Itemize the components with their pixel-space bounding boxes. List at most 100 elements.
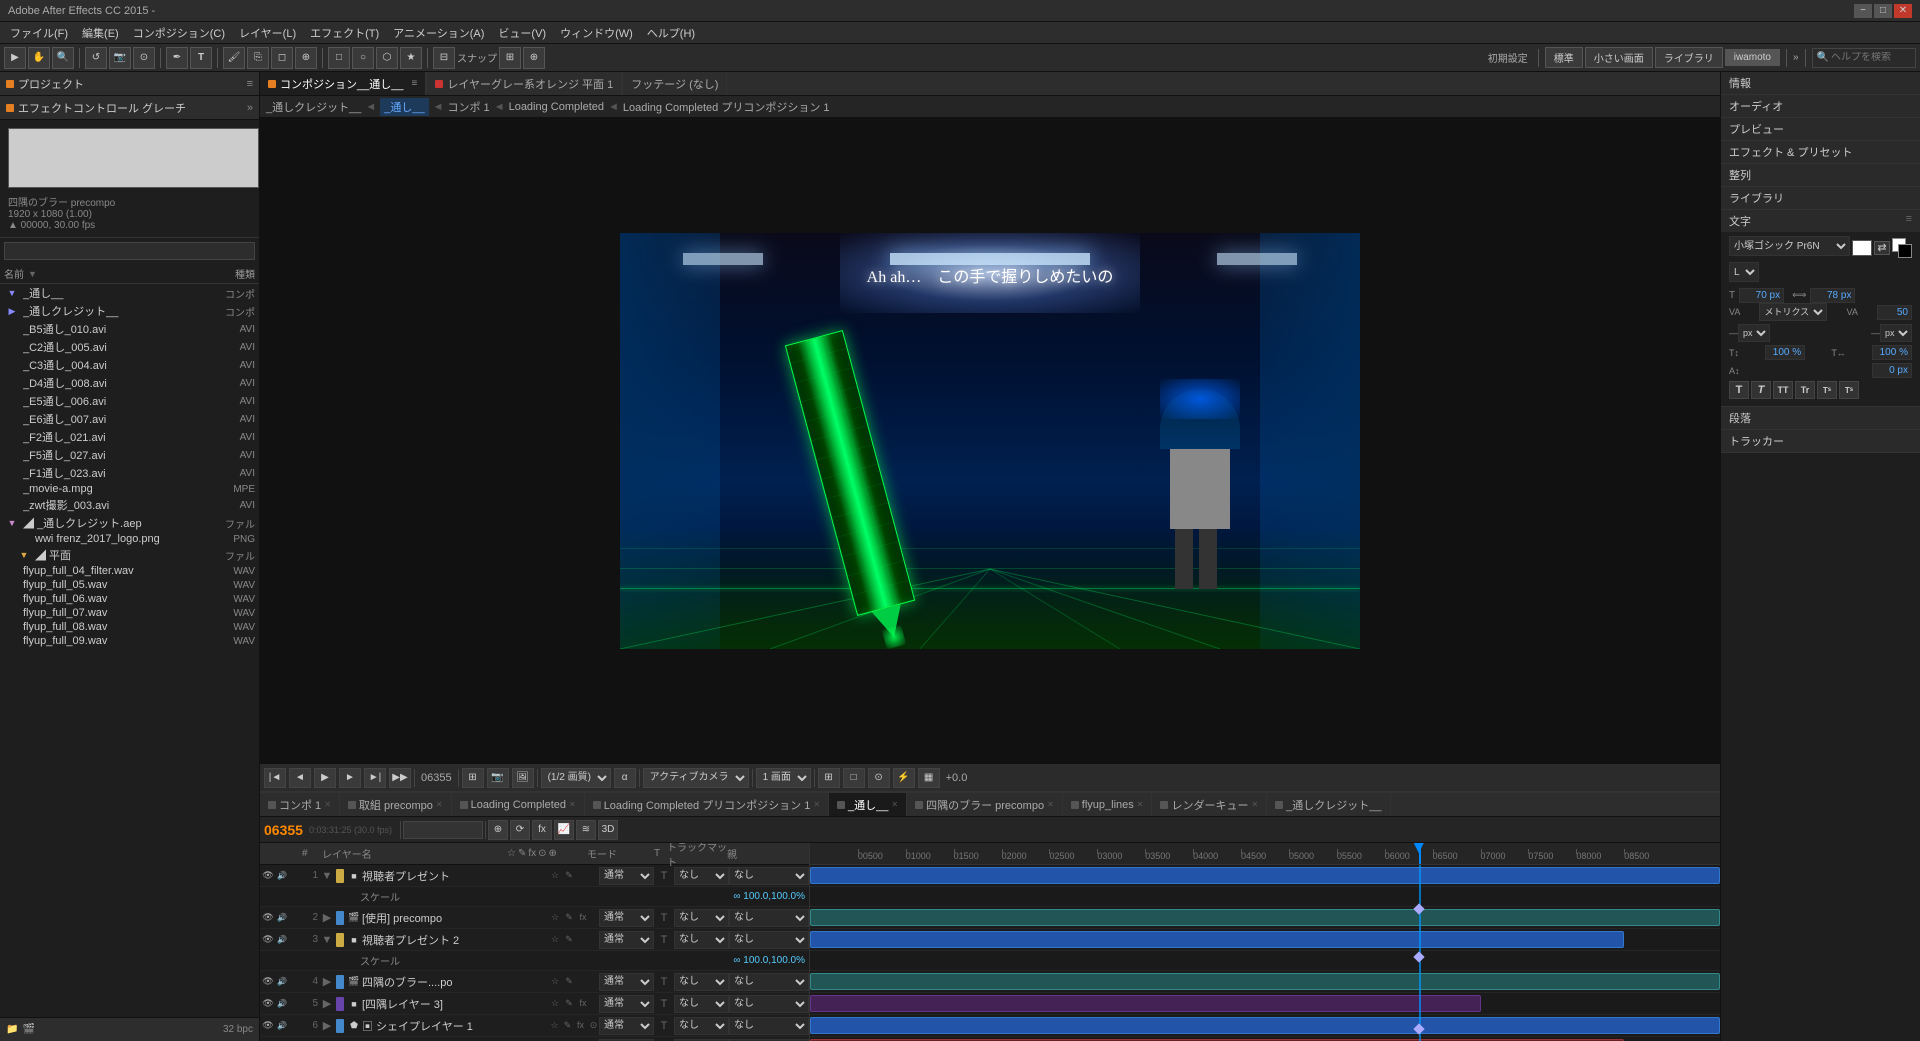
pen-tool[interactable]: ✒	[166, 47, 188, 69]
library-section-header[interactable]: ライブラリ	[1721, 187, 1920, 209]
shape-ellipse-tool[interactable]: ○	[352, 47, 374, 69]
layer-eye-4[interactable]: 👁	[262, 976, 274, 988]
project-item-3[interactable]: _C2通し_005.avi AVI	[0, 338, 259, 356]
menu-composition[interactable]: コンポジション(C)	[127, 23, 231, 43]
layer-track-select-4[interactable]: なし	[674, 973, 729, 991]
viewer-snapshot[interactable]: 📷	[487, 768, 509, 788]
layer-expand-3[interactable]: ▼	[320, 934, 334, 946]
layer-audio-1[interactable]: 🔊	[276, 870, 288, 882]
workspace-library[interactable]: ライブラリ	[1655, 47, 1723, 68]
layer-solo-3[interactable]: ☆	[549, 934, 561, 945]
layer-parent-select-1[interactable]: なし	[729, 867, 809, 885]
timeline-tab-1[interactable]: 取組 precompo ✕	[340, 793, 452, 816]
project-item-7[interactable]: _E6通し_007.avi AVI	[0, 410, 259, 428]
viewer-transparency-grid[interactable]: ▦	[918, 768, 940, 788]
kerning-select[interactable]: メトリクス	[1759, 303, 1827, 321]
text-section-header[interactable]: 文字 ≡	[1721, 210, 1920, 232]
text-tool[interactable]: T	[190, 47, 212, 69]
timeline-tab-6[interactable]: flyup_lines ✕	[1063, 793, 1153, 816]
tl-render-queue-btn[interactable]: ⟳	[510, 820, 530, 840]
viewer-grid[interactable]: ⊞	[818, 768, 840, 788]
layer-pen-6[interactable]: ✎	[562, 1020, 573, 1031]
menu-layer[interactable]: レイヤー(L)	[233, 23, 302, 43]
bread-item-1[interactable]: _通しクレジット__	[266, 99, 361, 115]
project-item-17[interactable]: flyup_full_05.wav WAV	[0, 578, 259, 592]
workspace-standard[interactable]: 標準	[1545, 47, 1583, 68]
layer-mode-select-2[interactable]: 通常	[599, 909, 654, 927]
tl-tab-close-4[interactable]: ✕	[891, 800, 898, 809]
tl-new-comp-btn[interactable]: ⊕	[488, 820, 508, 840]
bread-item-2[interactable]: _通し__	[380, 98, 428, 116]
layer-expand-6[interactable]: ▶	[320, 1019, 334, 1032]
layer-parent-select-6[interactable]: なし	[729, 1017, 809, 1035]
project-item-11[interactable]: _movie-a.mpg MPE	[0, 482, 259, 496]
layer-audio-4[interactable]: 🔊	[276, 976, 288, 988]
tl-fx-btn[interactable]: fx	[532, 820, 552, 840]
viewer-view-select[interactable]: 1 画面	[756, 768, 811, 788]
viewer-step-back[interactable]: ◄	[289, 768, 311, 788]
close-button[interactable]: ✕	[1894, 4, 1912, 18]
timeline-tab-5[interactable]: 四隅のブラー precompo ✕	[907, 793, 1063, 816]
layer-fx-5[interactable]: fx	[577, 998, 589, 1009]
comp-tab-menu[interactable]: ≡	[411, 78, 417, 89]
project-item-8[interactable]: _F2通し_021.avi AVI	[0, 428, 259, 446]
stroke-color-swatch[interactable]	[1852, 240, 1872, 256]
scale-v-input[interactable]	[1872, 345, 1912, 360]
help-search-input[interactable]	[1831, 52, 1911, 63]
layer-track-select-5[interactable]: なし	[674, 995, 729, 1013]
track-bar-4[interactable]	[810, 973, 1720, 990]
project-item-1[interactable]: ▶ _通しクレジット__ コンポ	[0, 302, 259, 320]
info-section-header[interactable]: 情報	[1721, 72, 1920, 94]
style-faux-italic[interactable]: T	[1751, 381, 1771, 399]
bread-item-4[interactable]: Loading Completed	[509, 101, 604, 113]
layer-mode-select-5[interactable]: 通常	[599, 995, 654, 1013]
layer-eye-5[interactable]: 👁	[262, 998, 274, 1010]
tab-layer-control[interactable]: レイヤーグレー系オレンジ 平面 1	[427, 72, 622, 95]
viewer-to-start[interactable]: |◄	[264, 768, 286, 788]
layer-pen-1[interactable]: ✎	[563, 870, 575, 881]
workspace-small[interactable]: 小さい画面	[1585, 47, 1653, 68]
project-item-12[interactable]: _zwt撮影_003.avi AVI	[0, 496, 259, 514]
layer-expand-5[interactable]: ▶	[320, 997, 334, 1010]
project-item-0[interactable]: ▼ _通し__ コンポ	[0, 284, 259, 302]
layer-shape-ico[interactable]: ⊙	[588, 1020, 599, 1031]
unit-select[interactable]: px	[1738, 324, 1770, 342]
layer-expand-2[interactable]: ▶	[320, 911, 334, 924]
viewer-quality-select[interactable]: (1/2 画質)	[541, 768, 611, 788]
layer-parent-select-3[interactable]: なし	[729, 931, 809, 949]
project-search-input[interactable]	[4, 242, 255, 260]
tl-tab-close-3[interactable]: ✕	[813, 800, 820, 809]
track-bar-1[interactable]	[810, 867, 1720, 884]
tl-motion-blur-btn[interactable]: ≋	[576, 820, 596, 840]
style-small-caps[interactable]: Tr	[1795, 381, 1815, 399]
layer-mode-select-4[interactable]: 通常	[599, 973, 654, 991]
clone-tool[interactable]: ⎘	[247, 47, 269, 69]
track-bar-3[interactable]	[810, 931, 1624, 948]
brush-tool[interactable]: 🖌	[223, 47, 245, 69]
track-bar-2[interactable]	[810, 909, 1720, 926]
timeline-layer-search[interactable]	[403, 821, 483, 839]
layer-solo-6[interactable]: ☆	[549, 1020, 560, 1031]
style-superscript[interactable]: Ts	[1817, 381, 1837, 399]
preview-section-header[interactable]: プレビュー	[1721, 118, 1920, 140]
effects-section-header[interactable]: エフェクト & プリセット	[1721, 141, 1920, 163]
project-item-16[interactable]: flyup_full_04_filter.wav WAV	[0, 564, 259, 578]
track-bar-6[interactable]	[810, 1017, 1720, 1034]
orbit-tool[interactable]: ⊙	[133, 47, 155, 69]
layer-audio-2[interactable]: 🔊	[276, 912, 288, 924]
layer-track-select-6[interactable]: なし	[674, 1017, 729, 1035]
menu-effect[interactable]: エフェクト(T)	[304, 23, 385, 43]
rotate-tool[interactable]: ↺	[85, 47, 107, 69]
viewer-step-fwd[interactable]: ►	[339, 768, 361, 788]
shape-star-tool[interactable]: ★	[400, 47, 422, 69]
layer-mode-select-1[interactable]: 通常	[599, 867, 654, 885]
zoom-tool[interactable]: 🔍	[52, 47, 74, 69]
tl-graph-btn[interactable]: 📈	[554, 820, 574, 840]
project-item-19[interactable]: flyup_full_07.wav WAV	[0, 606, 259, 620]
tracking-input[interactable]	[1810, 288, 1855, 303]
tracker-section-header[interactable]: トラッカー	[1721, 430, 1920, 452]
style-subscript[interactable]: Ts	[1839, 381, 1859, 399]
layer-eye-2[interactable]: 👁	[262, 912, 274, 924]
bread-item-5[interactable]: Loading Completed プリコンポジション 1	[623, 99, 830, 115]
layer-eye-1[interactable]: 👁	[262, 870, 274, 882]
